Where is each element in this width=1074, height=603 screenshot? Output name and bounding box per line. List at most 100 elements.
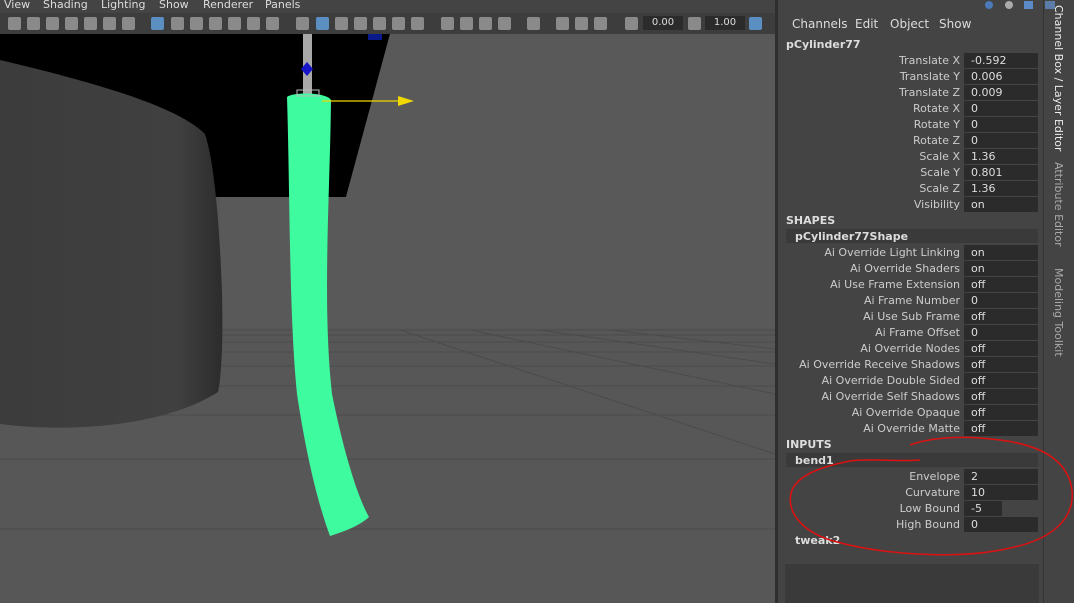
attr-label[interactable]: High Bound bbox=[896, 518, 960, 531]
ambient-occlusion-icon[interactable] bbox=[441, 17, 454, 30]
menu-lighting[interactable]: Lighting bbox=[101, 0, 145, 11]
exposure-icon[interactable] bbox=[625, 17, 638, 30]
attr-value[interactable]: on bbox=[964, 197, 1038, 212]
xray-icon[interactable] bbox=[354, 17, 367, 30]
isolate-select-icon[interactable] bbox=[527, 17, 540, 30]
attr-label[interactable]: Curvature bbox=[905, 486, 960, 499]
attr-value[interactable]: off bbox=[964, 421, 1038, 436]
shape-node-name[interactable]: pCylinder77Shape bbox=[795, 230, 908, 243]
attr-value[interactable]: -5 bbox=[964, 501, 1002, 516]
attr-value[interactable]: off bbox=[964, 277, 1038, 292]
wireframe-on-shaded-icon[interactable] bbox=[335, 17, 348, 30]
attr-value[interactable]: 1.36 bbox=[964, 181, 1038, 196]
attr-label[interactable]: Rotate Y bbox=[914, 118, 960, 131]
attr-value[interactable]: on bbox=[964, 261, 1038, 276]
tab-modeling-toolkit[interactable]: Modeling Toolkit bbox=[1052, 268, 1065, 357]
attr-value[interactable]: 0 bbox=[964, 517, 1038, 532]
attr-value[interactable]: 1.36 bbox=[964, 149, 1038, 164]
cb-menu-edit[interactable]: Edit bbox=[855, 17, 878, 31]
attr-label[interactable]: Ai Override Receive Shadows bbox=[799, 358, 960, 371]
attr-label[interactable]: Envelope bbox=[909, 470, 960, 483]
input-node-name[interactable]: bend1 bbox=[795, 454, 834, 467]
xray-active-icon[interactable] bbox=[575, 17, 588, 30]
smooth-shade-icon[interactable] bbox=[316, 17, 329, 30]
shadows-icon[interactable] bbox=[411, 17, 424, 30]
menu-panels[interactable]: Panels bbox=[265, 0, 300, 11]
wireframe-icon[interactable] bbox=[296, 17, 309, 30]
attr-label[interactable]: Ai Override Light Linking bbox=[824, 246, 960, 259]
safe-action-icon[interactable] bbox=[247, 17, 260, 30]
view-transform-icon[interactable] bbox=[749, 17, 762, 30]
attr-label[interactable]: Translate Y bbox=[900, 70, 960, 83]
attr-label[interactable]: Translate X bbox=[899, 54, 960, 67]
grease-pencil-icon[interactable] bbox=[103, 17, 116, 30]
attr-label[interactable]: Ai Override Shaders bbox=[850, 262, 960, 275]
menu-shading[interactable]: Shading bbox=[43, 0, 88, 11]
attr-label[interactable]: Ai Override Nodes bbox=[860, 342, 960, 355]
attr-label[interactable]: Ai Override Double Sided bbox=[822, 374, 960, 387]
grid-icon[interactable] bbox=[151, 17, 164, 30]
depth-of-field-icon[interactable] bbox=[498, 17, 511, 30]
camera-attributes-icon[interactable] bbox=[27, 17, 40, 30]
attr-label[interactable]: Translate Z bbox=[899, 86, 960, 99]
select-camera-icon[interactable] bbox=[8, 17, 21, 30]
tweak-node-name[interactable]: tweak2 bbox=[795, 534, 840, 547]
tab-channel-box[interactable]: Channel Box / Layer Editor bbox=[1052, 5, 1065, 152]
safe-title-icon[interactable] bbox=[266, 17, 279, 30]
cb-menu-object[interactable]: Object bbox=[890, 17, 929, 31]
attr-value[interactable]: off bbox=[964, 405, 1038, 420]
image-plane-icon[interactable] bbox=[65, 17, 78, 30]
menu-renderer[interactable]: Renderer bbox=[203, 0, 253, 11]
attr-value[interactable]: 0 bbox=[964, 101, 1038, 116]
field-chart-icon[interactable] bbox=[228, 17, 241, 30]
menu-show[interactable]: Show bbox=[159, 0, 189, 11]
user-icon[interactable] bbox=[1005, 1, 1013, 9]
exposure-field[interactable]: 0.00 bbox=[643, 16, 683, 30]
attr-label[interactable]: Ai Override Self Shadows bbox=[822, 390, 960, 403]
attr-label[interactable]: Ai Use Frame Extension bbox=[830, 278, 960, 291]
gate-mask-icon[interactable] bbox=[209, 17, 222, 30]
xray-joints-icon[interactable] bbox=[556, 17, 569, 30]
attr-value[interactable]: 0 bbox=[964, 293, 1038, 308]
attr-value[interactable]: 10 bbox=[964, 485, 1038, 500]
menu-view[interactable]: View bbox=[4, 0, 30, 11]
attr-label[interactable]: Rotate X bbox=[913, 102, 960, 115]
attr-label[interactable]: Scale Y bbox=[920, 166, 960, 179]
cb-menu-channels[interactable]: Channels bbox=[792, 17, 848, 31]
textured-icon[interactable] bbox=[373, 17, 386, 30]
attr-value[interactable]: 0 bbox=[964, 133, 1038, 148]
2d-pan-zoom-icon[interactable] bbox=[84, 17, 97, 30]
cb-menu-show[interactable]: Show bbox=[939, 17, 971, 31]
tab-attribute-editor[interactable]: Attribute Editor bbox=[1052, 162, 1065, 247]
attr-label[interactable]: Ai Frame Number bbox=[864, 294, 960, 307]
attr-value[interactable]: off bbox=[964, 357, 1038, 372]
attr-value[interactable]: -0.592 bbox=[964, 53, 1038, 68]
attr-value[interactable]: 0.801 bbox=[964, 165, 1038, 180]
lights-icon[interactable] bbox=[392, 17, 405, 30]
object-name[interactable]: pCylinder77 bbox=[786, 38, 861, 51]
attr-value[interactable]: off bbox=[964, 373, 1038, 388]
attr-value[interactable]: 0.009 bbox=[964, 85, 1038, 100]
attr-label[interactable]: Scale X bbox=[919, 150, 960, 163]
attr-value[interactable]: off bbox=[964, 341, 1038, 356]
attr-label[interactable]: Ai Use Sub Frame bbox=[863, 310, 960, 323]
motion-blur-icon[interactable] bbox=[460, 17, 473, 30]
attr-value[interactable]: off bbox=[964, 389, 1038, 404]
gamma-field[interactable]: 1.00 bbox=[705, 16, 745, 30]
attr-value[interactable]: off bbox=[964, 309, 1038, 324]
attr-label[interactable]: Low Bound bbox=[900, 502, 960, 515]
attr-label[interactable]: Ai Override Matte bbox=[863, 422, 960, 435]
attr-label[interactable]: Scale Z bbox=[919, 182, 960, 195]
attr-label[interactable]: Rotate Z bbox=[913, 134, 960, 147]
3d-viewport[interactable] bbox=[0, 34, 775, 603]
resolution-gate-icon[interactable] bbox=[190, 17, 203, 30]
attr-label[interactable]: Visibility bbox=[914, 198, 960, 211]
layer-editor-area[interactable] bbox=[785, 564, 1039, 603]
sketch-icon[interactable] bbox=[122, 17, 135, 30]
color-management-icon[interactable] bbox=[594, 17, 607, 30]
anti-alias-icon[interactable] bbox=[479, 17, 492, 30]
attr-label[interactable]: Ai Frame Offset bbox=[875, 326, 960, 339]
layers-icon[interactable] bbox=[985, 1, 993, 9]
film-gate-icon[interactable] bbox=[171, 17, 184, 30]
attr-value[interactable]: 2 bbox=[964, 469, 1038, 484]
